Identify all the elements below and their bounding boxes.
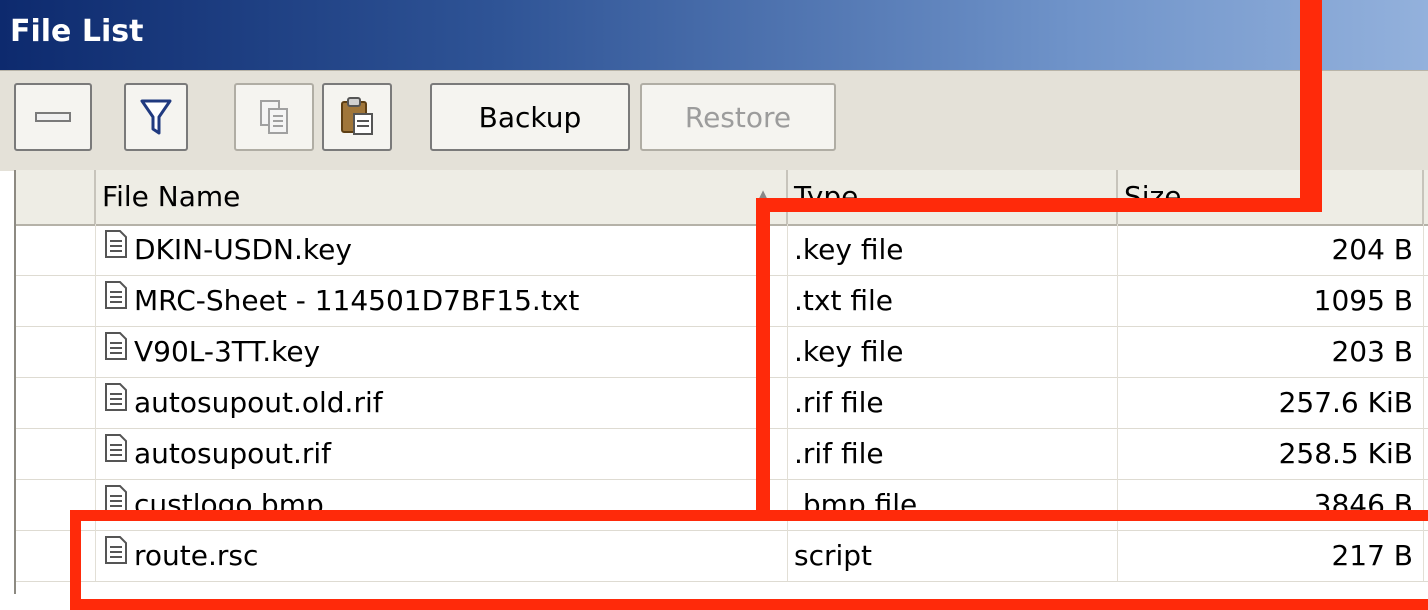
- table-row[interactable]: autosupout.old.rif .rif file 257.6 KiB: [16, 377, 1428, 429]
- file-name: MRC-Sheet - 114501D7BF15.txt: [134, 284, 580, 317]
- file-size-cell: 258.5 KiB: [1118, 428, 1424, 479]
- file-name-cell[interactable]: MRC-Sheet - 114501D7BF15.txt: [96, 275, 788, 326]
- table-row[interactable]: V90L-3TT.key .key file 203 B: [16, 326, 1428, 378]
- row-selector[interactable]: [16, 377, 96, 428]
- file-type-cell: .txt file: [788, 275, 1118, 326]
- row-selector[interactable]: [16, 275, 96, 326]
- file-name-cell[interactable]: DKIN-USDN.key: [96, 224, 788, 275]
- column-header-size[interactable]: Size: [1118, 170, 1424, 224]
- table-row[interactable]: DKIN-USDN.key .key file 204 B: [16, 224, 1428, 276]
- table-row[interactable]: autosupout.rif .rif file 258.5 KiB: [16, 428, 1428, 480]
- highlight-connector-line: [1300, 0, 1322, 212]
- column-header-file-name[interactable]: File Name ▲: [96, 170, 788, 224]
- row-selector[interactable]: [16, 428, 96, 479]
- file-name-cell[interactable]: autosupout.old.rif: [96, 377, 788, 428]
- file-type-cell: .rif file: [788, 428, 1118, 479]
- file-icon: [104, 428, 128, 479]
- file-name-cell[interactable]: V90L-3TT.key: [96, 326, 788, 377]
- filter-button[interactable]: [124, 83, 188, 151]
- paste-icon: [338, 96, 376, 138]
- restore-button[interactable]: Restore: [640, 83, 836, 151]
- highlight-connector-line: [756, 198, 770, 520]
- backup-button[interactable]: Backup: [430, 83, 630, 151]
- file-size-cell: 1095 B: [1118, 275, 1424, 326]
- funnel-icon: [139, 97, 173, 137]
- table-row[interactable]: MRC-Sheet - 114501D7BF15.txt .txt file 109…: [16, 275, 1428, 327]
- file-icon: [104, 377, 128, 428]
- highlight-box-route-rsc: [70, 510, 1428, 610]
- minus-icon: [35, 110, 71, 124]
- file-icon: [104, 326, 128, 377]
- row-selector[interactable]: [16, 326, 96, 377]
- minimize-button[interactable]: [14, 83, 92, 151]
- file-name: autosupout.old.rif: [134, 386, 383, 419]
- file-type-cell: .key file: [788, 224, 1118, 275]
- file-name: V90L-3TT.key: [134, 335, 321, 368]
- file-name-cell[interactable]: autosupout.rif: [96, 428, 788, 479]
- highlight-connector-line: [756, 198, 1322, 212]
- copy-button[interactable]: [234, 83, 314, 151]
- file-type-cell: .rif file: [788, 377, 1118, 428]
- file-icon: [104, 275, 128, 326]
- file-type-cell: .key file: [788, 326, 1118, 377]
- file-size-cell: 257.6 KiB: [1118, 377, 1424, 428]
- file-size-cell: 203 B: [1118, 326, 1424, 377]
- window-titlebar: File List: [0, 0, 1428, 70]
- column-header-selector[interactable]: [16, 170, 96, 224]
- file-size-cell: 204 B: [1118, 224, 1424, 275]
- copy-icon: [257, 97, 291, 137]
- window-title: File List: [10, 14, 144, 49]
- file-name: DKIN-USDN.key: [134, 233, 352, 266]
- toolbar: Backup Restore: [0, 70, 1428, 171]
- file-icon: [104, 224, 128, 275]
- row-selector[interactable]: [16, 224, 96, 275]
- file-name: autosupout.rif: [134, 437, 332, 470]
- column-header-type[interactable]: Type: [788, 170, 1118, 224]
- paste-button[interactable]: [322, 83, 392, 151]
- column-header-file-name-label: File Name: [102, 180, 241, 213]
